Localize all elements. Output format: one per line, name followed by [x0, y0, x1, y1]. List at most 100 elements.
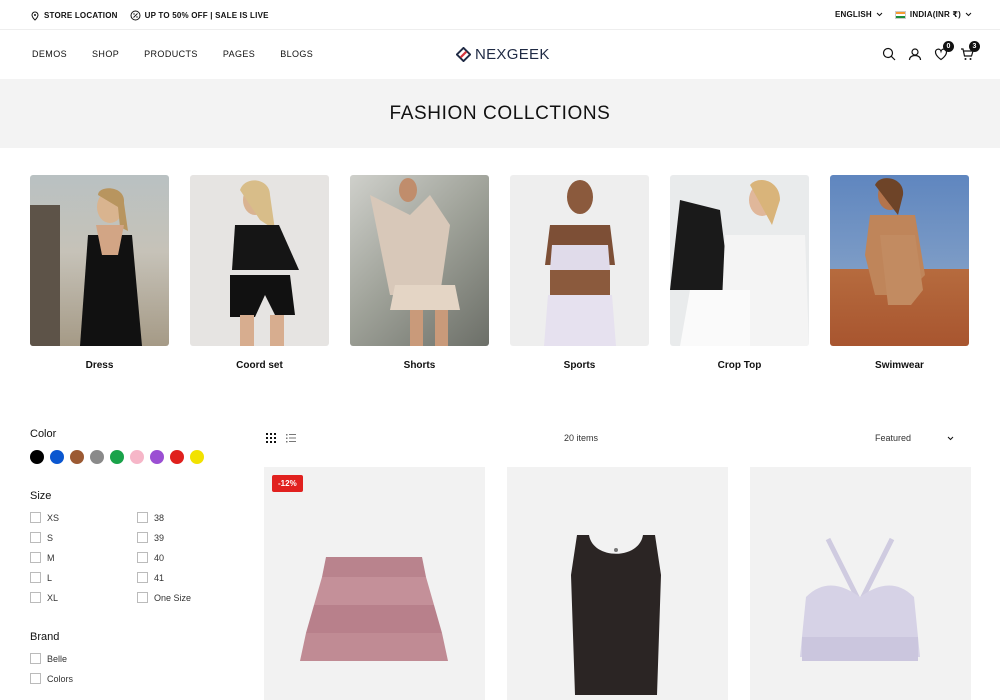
category-image-shorts[interactable] — [350, 175, 489, 346]
size-option-l[interactable]: L — [30, 572, 137, 583]
category-card-dress[interactable]: Dress — [30, 175, 169, 371]
size-option-38[interactable]: 38 — [137, 512, 230, 523]
currency-selector[interactable]: INDIA(INR ₹) — [894, 10, 972, 19]
page-title-band: FASHION COLLCTIONS — [0, 79, 1000, 148]
category-label[interactable]: Coord set — [190, 360, 329, 371]
india-flag-icon — [894, 10, 906, 19]
item-count: 20 items — [564, 433, 599, 443]
color-swatch-gray[interactable] — [90, 450, 104, 464]
category-label[interactable]: Dress — [30, 360, 169, 371]
product-card[interactable] — [750, 467, 971, 700]
category-card-coord-set[interactable]: Coord set — [190, 175, 329, 371]
size-label: L — [47, 572, 53, 583]
size-option-41[interactable]: 41 — [137, 572, 230, 583]
checkbox[interactable] — [30, 673, 41, 684]
checkbox[interactable] — [137, 552, 148, 563]
discount-icon — [130, 10, 141, 21]
discount-badge: -12% — [272, 475, 303, 492]
sale-label: UP TO 50% OFF | SALE IS LIVE — [144, 11, 269, 20]
list-view-button[interactable] — [286, 433, 296, 445]
product-card[interactable]: -12% — [264, 467, 485, 700]
checkbox[interactable] — [30, 552, 41, 563]
nav-item-pages[interactable]: PAGES — [223, 49, 255, 59]
category-label[interactable]: Sports — [510, 360, 649, 371]
sale-notice: UP TO 50% OFF | SALE IS LIVE — [130, 10, 269, 21]
checkbox[interactable] — [30, 512, 41, 523]
nav-item-blogs[interactable]: BLOGS — [280, 49, 313, 59]
size-options: XS 38 S 39 M 40 L 41 XL One Size — [30, 512, 230, 603]
brand-options: Belle Colors — [30, 653, 230, 684]
category-carousel: Dress Coord set Shorts Sports Crop Top S… — [30, 175, 969, 371]
checkbox[interactable] — [30, 653, 41, 664]
size-option-xs[interactable]: XS — [30, 512, 137, 523]
main-header: DEMOS SHOP PRODUCTS PAGES BLOGS NEXGEEK … — [0, 30, 1000, 79]
color-swatch-purple[interactable] — [150, 450, 164, 464]
product-image-sports-bra[interactable] — [750, 467, 971, 700]
language-selector[interactable]: ENGLISH — [835, 10, 883, 19]
checkbox[interactable] — [30, 532, 41, 543]
main-nav: DEMOS SHOP PRODUCTS PAGES BLOGS — [32, 49, 313, 59]
category-image-sports[interactable] — [510, 175, 649, 346]
category-label[interactable]: Crop Top — [670, 360, 809, 371]
grid-view-button[interactable] — [266, 433, 276, 445]
color-swatch-red[interactable] — [170, 450, 184, 464]
product-card[interactable] — [507, 467, 728, 700]
nav-item-products[interactable]: PRODUCTS — [144, 49, 198, 59]
brand-option-colors[interactable]: Colors — [30, 673, 230, 684]
site-logo[interactable]: NEXGEEK — [456, 46, 550, 63]
color-filter-title: Color — [30, 428, 57, 440]
user-icon — [908, 48, 922, 61]
color-swatch-yellow[interactable] — [190, 450, 204, 464]
color-swatch-brown[interactable] — [70, 450, 84, 464]
checkbox[interactable] — [137, 592, 148, 603]
nav-item-demos[interactable]: DEMOS — [32, 49, 67, 59]
category-card-crop-top[interactable]: Crop Top — [670, 175, 809, 371]
color-swatch-black[interactable] — [30, 450, 44, 464]
nav-item-shop[interactable]: SHOP — [92, 49, 119, 59]
search-button[interactable] — [882, 47, 896, 61]
size-option-m[interactable]: M — [30, 552, 137, 563]
size-option-xl[interactable]: XL — [30, 592, 137, 603]
size-label: XL — [47, 592, 59, 603]
sort-select[interactable]: Featured — [875, 433, 954, 443]
category-card-swimwear[interactable]: Swimwear — [830, 175, 969, 371]
category-label[interactable]: Swimwear — [830, 360, 969, 371]
category-image-crop-top[interactable] — [670, 175, 809, 346]
size-filter-title: Size — [30, 490, 52, 502]
size-option-s[interactable]: S — [30, 532, 137, 543]
size-label: XS — [47, 512, 60, 523]
color-swatch-pink[interactable] — [130, 450, 144, 464]
checkbox[interactable] — [30, 572, 41, 583]
checkbox[interactable] — [137, 512, 148, 523]
category-image-coord-set[interactable] — [190, 175, 329, 346]
category-image-dress[interactable] — [30, 175, 169, 346]
category-card-shorts[interactable]: Shorts — [350, 175, 489, 371]
account-button[interactable] — [908, 47, 922, 61]
brand-option-belle[interactable]: Belle — [30, 653, 230, 664]
category-card-sports[interactable]: Sports — [510, 175, 649, 371]
size-option-one-size[interactable]: One Size — [137, 592, 230, 603]
size-option-39[interactable]: 39 — [137, 532, 230, 543]
wishlist-button[interactable]: 0 — [934, 41, 954, 61]
checkbox[interactable] — [30, 592, 41, 603]
page-title: FASHION COLLCTIONS — [389, 102, 611, 124]
product-image-tank-top[interactable] — [507, 467, 728, 700]
store-location-link[interactable]: STORE LOCATION — [30, 10, 118, 21]
checkbox[interactable] — [137, 532, 148, 543]
size-label: One Size — [154, 592, 192, 603]
list-icon — [286, 434, 296, 443]
category-image-swimwear[interactable] — [830, 175, 969, 346]
color-swatch-blue[interactable] — [50, 450, 64, 464]
product-image-ruffle-skirt[interactable] — [264, 467, 485, 700]
checkbox[interactable] — [137, 572, 148, 583]
color-swatch-green[interactable] — [110, 450, 124, 464]
wishlist-count-badge: 0 — [943, 41, 954, 52]
size-option-40[interactable]: 40 — [137, 552, 230, 563]
brand-label: Colors — [47, 673, 74, 684]
category-label[interactable]: Shorts — [350, 360, 489, 371]
cart-button[interactable]: 3 — [960, 41, 980, 61]
size-label: M — [47, 552, 55, 563]
size-label: 41 — [154, 572, 165, 583]
logo-mark-icon — [456, 47, 471, 62]
size-label: 38 — [154, 512, 165, 523]
